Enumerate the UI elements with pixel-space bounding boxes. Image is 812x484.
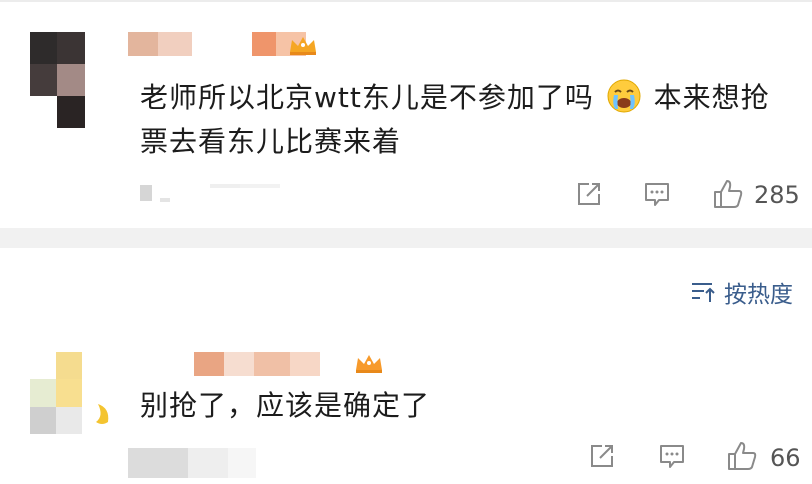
sort-label: 按热度 [724, 282, 793, 308]
comment-text-line: 别抢了，应该是确定了 [140, 389, 431, 422]
section-divider [0, 228, 812, 248]
comment-text-line: 票去看东儿比赛来着 [140, 125, 402, 158]
thumbs-up-icon[interactable] [726, 440, 758, 472]
comment-item: 别抢了，应该是确定了 66 [0, 338, 812, 484]
crown-icon [356, 355, 382, 373]
badge-icon [96, 404, 109, 424]
comment-icon[interactable] [643, 180, 671, 208]
comment-text: 老师所以北京wtt东儿是不参加了吗 本来想抢 票去看东儿比赛来着 [140, 76, 770, 164]
comment-item: 老师所以北京wtt东儿是不参加了吗 本来想抢 票去看东儿比赛来着 285 [0, 0, 812, 228]
comment-meta-redacted [140, 182, 280, 204]
avatar[interactable] [30, 32, 112, 128]
comment-meta-redacted [128, 448, 256, 478]
like-count: 285 [754, 181, 800, 209]
crown-icon [290, 37, 316, 55]
sort-by-hot-button[interactable]: 按热度 [690, 276, 793, 308]
share-icon[interactable] [575, 180, 603, 208]
comment-text: 别抢了，应该是确定了 [140, 384, 430, 428]
share-icon[interactable] [588, 442, 616, 470]
comment-icon[interactable] [658, 442, 686, 470]
crying-face-icon [607, 79, 641, 113]
comment-text-line: 本来想抢 [653, 81, 770, 114]
thumbs-up-icon[interactable] [712, 178, 744, 210]
like-count: 66 [770, 444, 801, 472]
username-redacted[interactable] [160, 352, 320, 376]
username-redacted[interactable] [128, 32, 306, 56]
sort-lines-icon [692, 283, 715, 302]
comment-text-line: 老师所以北京wtt东儿是不参加了吗 [140, 81, 594, 114]
